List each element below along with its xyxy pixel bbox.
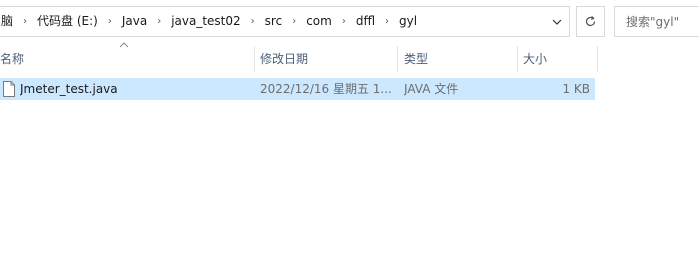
chevron-right-icon[interactable]: › xyxy=(104,7,116,36)
file-name: Jmeter_test.java xyxy=(20,82,118,96)
address-row: 脑 › 代码盘 (E:) › Java › java_test02 › src … xyxy=(0,0,699,44)
search-input[interactable]: 搜索"gyl" xyxy=(614,6,699,37)
breadcrumb-item-java[interactable]: Java xyxy=(116,7,153,36)
breadcrumb-item-com[interactable]: com xyxy=(300,7,338,36)
refresh-button[interactable] xyxy=(576,6,605,37)
column-header-type[interactable]: 类型 xyxy=(400,46,516,72)
breadcrumb-item-java-test02[interactable]: java_test02 xyxy=(165,7,246,36)
column-header-name[interactable]: 名称 xyxy=(0,46,254,72)
breadcrumb: 脑 › 代码盘 (E:) › Java › java_test02 › src … xyxy=(0,7,423,36)
chevron-right-icon[interactable]: › xyxy=(19,7,31,36)
column-header-modified[interactable]: 修改日期 xyxy=(256,46,396,72)
breadcrumb-item-dffl[interactable]: dffl xyxy=(350,7,381,36)
column-header-size[interactable]: 大小 xyxy=(519,46,597,72)
refresh-icon xyxy=(585,15,596,27)
file-row[interactable]: Jmeter_test.java 2022/12/16 星期五 1... JAV… xyxy=(0,78,595,100)
chevron-right-icon[interactable]: › xyxy=(288,7,300,36)
breadcrumb-item-gyl[interactable]: gyl xyxy=(393,7,423,36)
chevron-right-icon[interactable]: › xyxy=(381,7,393,36)
chevron-right-icon[interactable]: › xyxy=(153,7,165,36)
address-bar[interactable]: 脑 › 代码盘 (E:) › Java › java_test02 › src … xyxy=(0,6,570,37)
breadcrumb-item-src[interactable]: src xyxy=(259,7,289,36)
search-placeholder: 搜索"gyl" xyxy=(626,15,680,29)
chevron-right-icon[interactable]: › xyxy=(247,7,259,36)
breadcrumb-item-computer[interactable]: 脑 xyxy=(1,7,19,36)
file-size: 1 KB xyxy=(562,82,590,96)
column-divider[interactable] xyxy=(597,46,598,72)
column-divider[interactable] xyxy=(397,46,398,72)
file-modified: 2022/12/16 星期五 1... xyxy=(260,82,392,96)
chevron-down-icon xyxy=(552,19,562,25)
file-type: JAVA 文件 xyxy=(404,82,459,96)
column-divider[interactable] xyxy=(254,46,255,72)
chevron-right-icon[interactable]: › xyxy=(338,7,350,36)
breadcrumb-item-drive[interactable]: 代码盘 (E:) xyxy=(31,7,104,36)
address-dropdown-button[interactable] xyxy=(545,7,569,36)
column-divider[interactable] xyxy=(517,46,518,72)
column-header-row: 名称 修改日期 类型 大小 xyxy=(0,46,600,72)
java-file-icon xyxy=(3,81,15,97)
